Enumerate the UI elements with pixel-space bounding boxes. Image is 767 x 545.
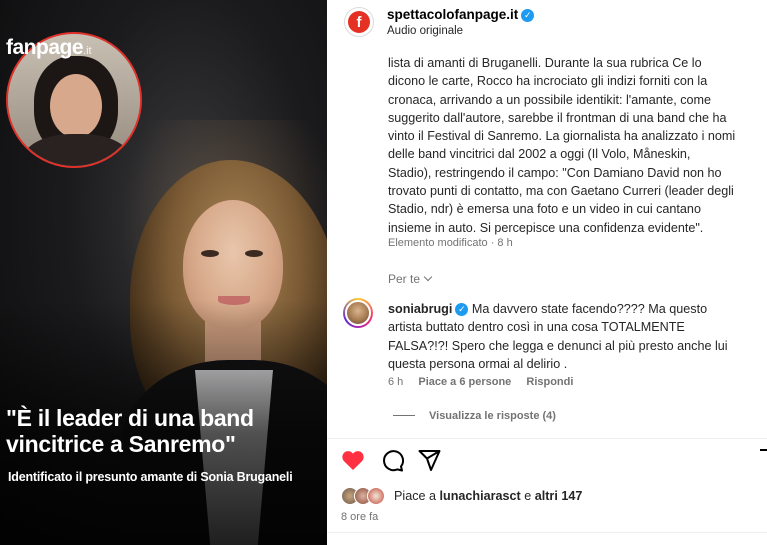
share-send-icon[interactable] (418, 449, 441, 477)
account-name[interactable]: spettacolofanpage.it ✓ (387, 7, 535, 22)
post-caption: lista di amanti di Bruganelli. Durante l… (388, 56, 736, 235)
comment-bubble-icon[interactable] (381, 449, 404, 477)
avatar (367, 487, 385, 505)
comment-username[interactable]: soniabrugi (388, 302, 452, 316)
post-details-panel: f spettacolofanpage.it ✓ Audio originale … (327, 0, 767, 545)
reply-button[interactable]: Rispondi (526, 376, 573, 388)
likes-summary[interactable]: Piace a lunachiarasct e altri 147 (394, 489, 582, 503)
fanpage-logo: fanpage.it (6, 36, 92, 59)
comment-body: soniabrugi ✓ Ma davvero state facendo????… (388, 302, 728, 371)
comment-likes[interactable]: Piace a 6 persone (418, 376, 511, 388)
view-replies-button[interactable]: Visualizza le risposte (4) (393, 410, 556, 422)
caption-meta: Elemento modificato · 8 h (388, 237, 513, 249)
verified-icon: ✓ (455, 303, 469, 316)
post-media[interactable]: fanpage.it "È il leader di una band vinc… (0, 0, 327, 545)
media-subline: Identificato il presunto amante di Sonia… (8, 470, 293, 484)
chevron-down-icon (423, 272, 433, 282)
like-heart-icon[interactable] (341, 449, 365, 476)
media-headline: "È il leader di una band vincitrice a Sa… (6, 405, 254, 457)
account-avatar[interactable]: f (344, 7, 374, 37)
comment-meta: 6 h Piace a 6 persone Rispondi (388, 376, 585, 388)
comment-time: 6 h (388, 376, 404, 388)
bookmark-icon[interactable] (759, 449, 767, 478)
post-timestamp: 8 ore fa (341, 511, 379, 523)
commenter-avatar[interactable] (343, 298, 373, 328)
post-header: f spettacolofanpage.it ✓ Audio originale (327, 0, 767, 46)
verified-icon: ✓ (521, 9, 535, 22)
audio-label[interactable]: Audio originale (387, 25, 463, 37)
for-you-filter[interactable]: Per te (388, 272, 433, 286)
